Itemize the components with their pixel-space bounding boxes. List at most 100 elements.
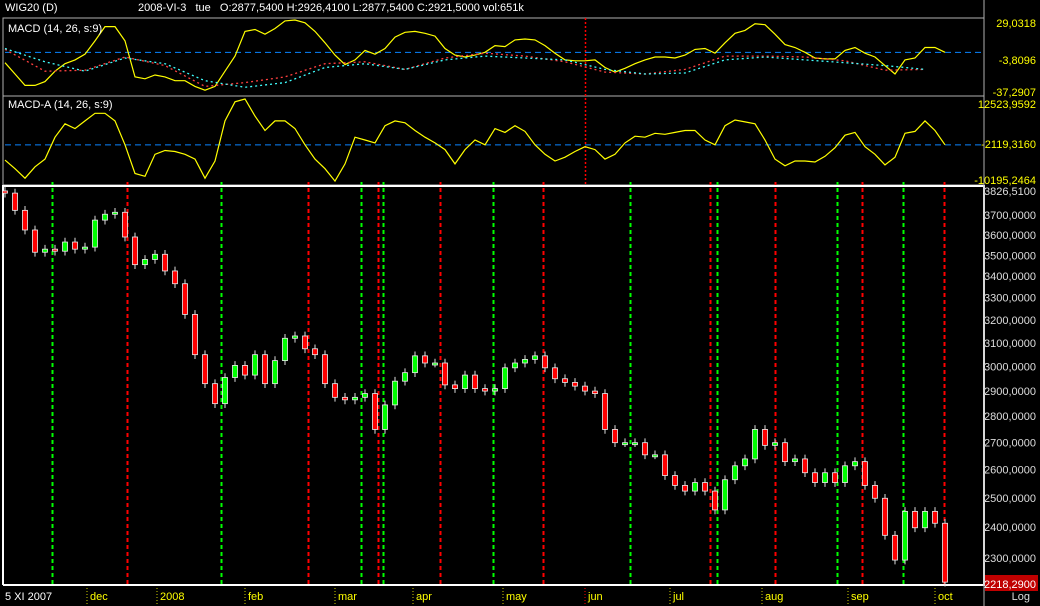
candle-body [912,510,918,529]
price-panel[interactable] [2,186,948,587]
candle [232,361,238,382]
chart-area[interactable]: 29,0318 -3,8096 -37,2907 12523,9592 -2119,3… [0,0,1040,606]
candle [202,350,208,388]
candle-body [122,211,128,238]
candle [282,333,288,365]
candle-body [72,241,78,250]
candle-body [822,472,828,483]
candle [512,358,518,373]
candle-body [882,497,888,536]
candle [342,393,348,405]
candle-body [562,378,568,383]
candle [822,468,828,487]
candle [102,209,108,225]
log-scale-button[interactable]: Log [1012,591,1030,603]
candle-body [652,454,658,458]
candle-body [892,534,898,561]
candle [32,225,38,257]
candle [902,507,908,565]
candle-body [802,458,808,474]
axis-label: -2119,3160 [981,139,1036,151]
candle-body [472,374,478,389]
candle-body [452,384,458,389]
candle [612,425,618,448]
candle-body [132,236,138,266]
month-label-apr: apr [416,591,432,603]
candle [432,358,438,368]
candle [312,344,318,360]
axis-label: -37,2907 [993,87,1036,99]
candle-body [762,429,768,446]
candle-body [922,510,928,529]
candle [622,438,628,448]
candle [942,518,948,587]
month-label-dec: dec [90,591,108,603]
candle-body [942,522,948,583]
candle-body [672,475,678,486]
candle [802,454,808,478]
candle [892,531,898,565]
candle-body [352,396,358,401]
candle-body [512,362,518,369]
candle [772,438,778,450]
candle [562,374,568,387]
series-average [4,47,926,88]
candle [642,438,648,460]
candle [372,389,378,434]
month-label-sep: sep [851,591,869,603]
macd-a-panel[interactable]: 12523,9592-2119,3160-10195,2464 [4,98,1036,187]
macd-panel[interactable]: 29,0318 -3,8096 -37,2907 [4,18,1036,99]
candle-body [442,362,448,386]
candle [272,356,278,388]
candle-body [552,367,558,380]
candle [742,454,748,471]
candle [652,450,658,460]
candle [692,478,698,496]
price-tick-label: 3700,0000 [984,210,1036,222]
candle [42,244,48,257]
candle [912,507,918,533]
price-tick-label: 3826,5100 [984,186,1036,198]
last-price-label: 2218,2900 [984,579,1036,591]
candle [502,363,508,393]
candle [242,361,248,380]
candle [382,400,388,434]
candle-body [642,442,648,456]
candle [182,279,188,319]
month-label-mar: mar [338,591,357,603]
candle [62,237,68,256]
candle-body [62,241,68,252]
candle [262,350,268,388]
candle-body [222,377,228,405]
candle-body [302,335,308,350]
candle [252,350,258,380]
candle-body [102,213,108,221]
month-label-jun: jun [587,591,603,603]
candle-body [252,354,258,376]
candle [322,350,328,388]
candle [332,379,338,402]
candle [812,468,818,487]
candle [12,188,18,215]
candle [452,380,458,393]
candle-body [182,283,188,315]
candle-body [282,337,288,362]
candle-body [932,510,938,524]
candle-body [462,374,468,389]
candle [582,381,588,396]
candle [732,461,738,485]
candle [112,207,118,219]
candle [552,363,558,384]
candle [592,386,598,398]
axis-label: -3,8096 [999,55,1036,67]
axes: 3826,5100 3700,0000 3600,0000 3500,0000 3400… [86,0,1038,606]
month-label-may: may [506,591,527,603]
candle-body [732,465,738,481]
series-signal [4,48,926,88]
candle-body [682,484,688,492]
candle-body [482,388,488,392]
candle-body [392,380,398,406]
macd-title: MACD (14, 26, s:9) [8,23,102,35]
candle [632,438,638,448]
candle-body [382,404,388,430]
